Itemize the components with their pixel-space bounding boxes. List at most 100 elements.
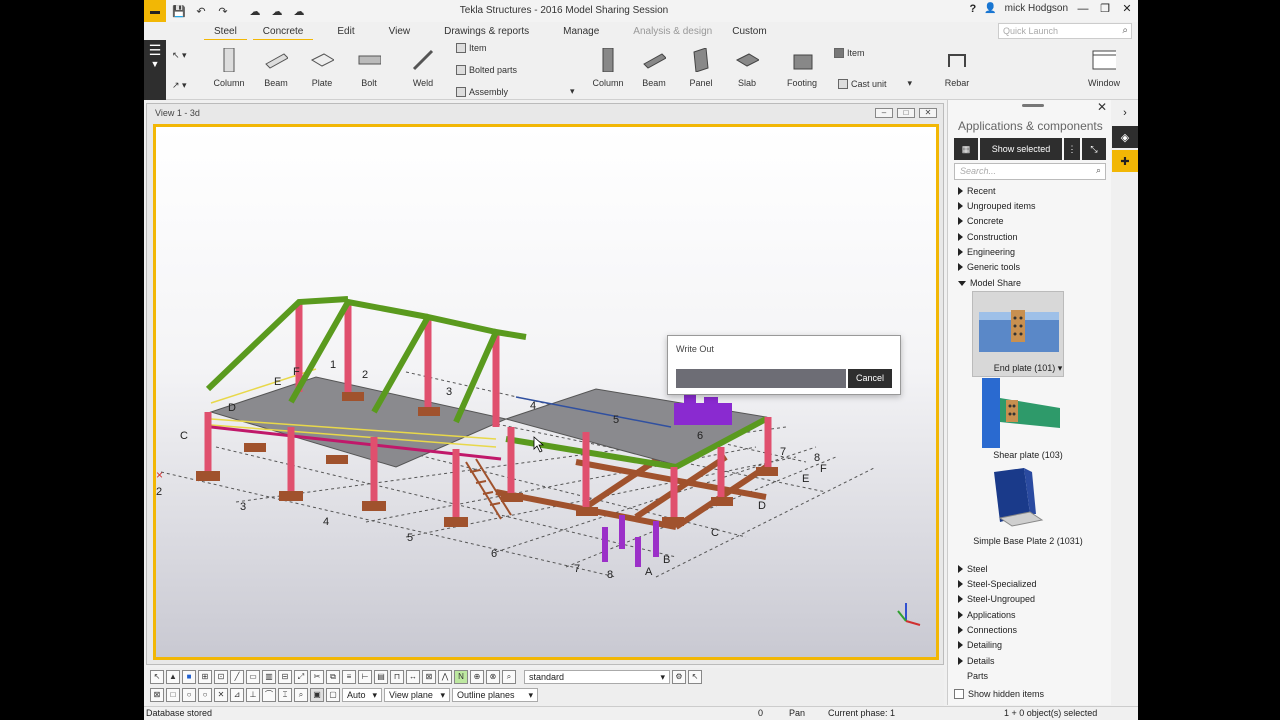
tekla-logo-icon[interactable]: ▬ (144, 0, 166, 22)
select-cut-icon[interactable]: ✂ (310, 670, 324, 684)
show-hidden-checkbox[interactable] (954, 689, 964, 699)
auto-select[interactable]: Auto ▾ (342, 688, 382, 702)
cloud-read-in-icon[interactable]: ☁ (268, 2, 286, 20)
chevron-down-icon[interactable]: ▾ (1058, 363, 1063, 373)
snap-arc-icon[interactable]: ⌒ (262, 688, 276, 702)
select-objects-icon[interactable]: ■ (182, 670, 196, 684)
steel-beam-button[interactable]: Beam (254, 48, 298, 88)
tree-item-generic-tools[interactable]: Generic tools (958, 262, 1020, 272)
save-icon[interactable]: 💾 (170, 2, 188, 20)
snap-extension-icon[interactable]: N (454, 670, 468, 684)
tab-view[interactable]: View (379, 24, 421, 41)
tree-item-engineering[interactable]: Engineering (958, 247, 1015, 257)
menu-icon[interactable]: ☰ (144, 42, 166, 59)
selection-filter-select[interactable]: standard ▾ (524, 670, 670, 684)
snap-points-icon[interactable]: □ (166, 688, 180, 702)
undo-icon[interactable]: ↶ (192, 2, 210, 20)
component-shear-plate[interactable]: Shear plate (103) (958, 450, 1098, 460)
grid-view-icon[interactable]: ▦ (954, 138, 978, 160)
snap-intersect-icon[interactable]: ⊠ (422, 670, 436, 684)
select-grid-icon[interactable]: ⊡ (214, 670, 228, 684)
snap-lines-icon[interactable]: ⊥ (246, 688, 260, 702)
snap-free-icon[interactable]: ⌕ (502, 670, 516, 684)
select-all-icon[interactable]: ↖ (150, 670, 164, 684)
bolt-button[interactable]: Bolt (347, 48, 391, 88)
close-icon[interactable]: ✕ (1120, 2, 1134, 15)
tab-custom[interactable]: Custom (722, 24, 776, 41)
snap-midpoints-icon[interactable]: ○ (198, 688, 212, 702)
tree-item-steel[interactable]: Steel (958, 564, 988, 574)
snap-override-icon[interactable]: ▣ (310, 688, 324, 702)
snap-intersections-icon[interactable]: ✕ (214, 688, 228, 702)
select-plane-icon[interactable]: ⧉ (326, 670, 340, 684)
pick-filter-icon[interactable]: ↖ (688, 670, 702, 684)
concrete-beam-button[interactable]: Beam (632, 48, 676, 88)
chevron-down-icon[interactable]: ▼ (144, 59, 166, 69)
tab-drawings-reports[interactable]: Drawings & reports (434, 24, 539, 41)
tab-analysis-design[interactable]: Analysis & design (623, 24, 722, 41)
tree-item-steel-ungrouped[interactable]: Steel-Ungrouped (958, 594, 1035, 604)
assembly-button[interactable]: Assembly (456, 87, 508, 97)
bolted-parts-button[interactable]: Bolted parts (456, 65, 517, 75)
view-maximize-icon[interactable]: □ (897, 108, 915, 118)
steel-group-expand[interactable]: ▾ (570, 86, 575, 97)
component-simple-base-plate[interactable]: Simple Base Plate 2 (1031) (958, 536, 1098, 547)
side-menu[interactable]: ☰ ▼ (144, 40, 166, 100)
select-tool-icon[interactable]: ↖ ▾ (172, 50, 187, 61)
tree-item-ungrouped[interactable]: Ungrouped items (958, 201, 1036, 211)
tree-item-detailing[interactable]: Detailing (958, 640, 1002, 650)
snap-reference-lines-icon[interactable]: ⊠ (150, 688, 164, 702)
user-name[interactable]: mick Hodgson (1005, 3, 1068, 14)
snap-midpoint-icon[interactable]: ⊓ (390, 670, 404, 684)
select-edit-icon[interactable]: ≡ (342, 670, 356, 684)
panel-search-input[interactable]: Search... ⌕ (954, 163, 1106, 180)
cloud-write-out-icon[interactable]: ☁ (290, 2, 308, 20)
snap-perpendicular2-icon[interactable]: ⊿ (230, 688, 244, 702)
select-weld-icon[interactable]: ⤢ (294, 670, 308, 684)
cloud-share-icon[interactable]: ☁ (246, 2, 264, 20)
more-options-icon[interactable]: ⋮ (1064, 138, 1080, 160)
view-minimize-icon[interactable]: – (875, 108, 893, 118)
select-bolt-icon[interactable]: ⊟ (278, 670, 292, 684)
slab-button[interactable]: Slab (725, 48, 769, 88)
select-line-icon[interactable]: ╱ (230, 670, 244, 684)
show-selected-button[interactable]: Show selected (980, 138, 1062, 160)
tree-item-parts[interactable]: Parts (967, 671, 988, 681)
select-components-icon[interactable]: ⊞ (198, 670, 212, 684)
snap-center-icon[interactable]: ○ (182, 688, 196, 702)
steel-column-button[interactable]: Column (207, 48, 251, 88)
view-close-icon[interactable]: ✕ (919, 108, 937, 118)
snap-tool-icon[interactable]: ↗ ▾ (172, 80, 187, 91)
concrete-item-button[interactable]: Item (834, 48, 865, 58)
help-button[interactable]: ? (969, 3, 976, 15)
status-phase[interactable]: Current phase: 1 (828, 708, 895, 718)
snap-end-icon[interactable]: ↔ (406, 670, 420, 684)
snap-grid-icon[interactable]: ▢ (326, 688, 340, 702)
cancel-button[interactable]: Cancel (848, 369, 892, 388)
filter-settings-icon[interactable]: ⚙ (672, 670, 686, 684)
concrete-column-button[interactable]: Column (586, 48, 630, 88)
applications-components-icon[interactable]: ✚ (1112, 150, 1138, 172)
tab-edit[interactable]: Edit (327, 24, 364, 41)
snap-nearest-icon[interactable]: ⊗ (486, 670, 500, 684)
window-button[interactable]: Window (1082, 48, 1126, 88)
chevron-right-icon[interactable]: › (1112, 102, 1138, 124)
select-reference-icon[interactable]: ▤ (374, 670, 388, 684)
view-plane-select[interactable]: View plane ▾ (384, 688, 450, 702)
restore-icon[interactable]: ❐ (1098, 2, 1112, 15)
snap-nearest2-icon[interactable]: ⌕ (294, 688, 308, 702)
tree-item-applications[interactable]: Applications (958, 610, 1016, 620)
select-rebar-icon[interactable]: ▭ (246, 670, 260, 684)
show-hidden-items[interactable]: Show hidden items (954, 689, 1044, 699)
select-parts-icon[interactable]: ▲ (166, 670, 180, 684)
weld-button[interactable]: Weld (401, 48, 445, 88)
component-end-plate[interactable]: End plate (101) ▾ (958, 363, 1098, 374)
cast-unit-button[interactable]: Cast unit ▾ (838, 78, 912, 89)
footing-button[interactable]: Footing (780, 48, 824, 88)
tab-manage[interactable]: Manage (553, 24, 609, 41)
snap-geometry-icon[interactable]: ⊕ (470, 670, 484, 684)
panel-drag-handle[interactable] (1022, 104, 1044, 107)
simple-base-plate-thumbnail[interactable] (972, 468, 1064, 528)
collapse-icon[interactable]: ⤡ (1082, 138, 1106, 160)
tab-steel[interactable]: Steel (204, 24, 247, 41)
